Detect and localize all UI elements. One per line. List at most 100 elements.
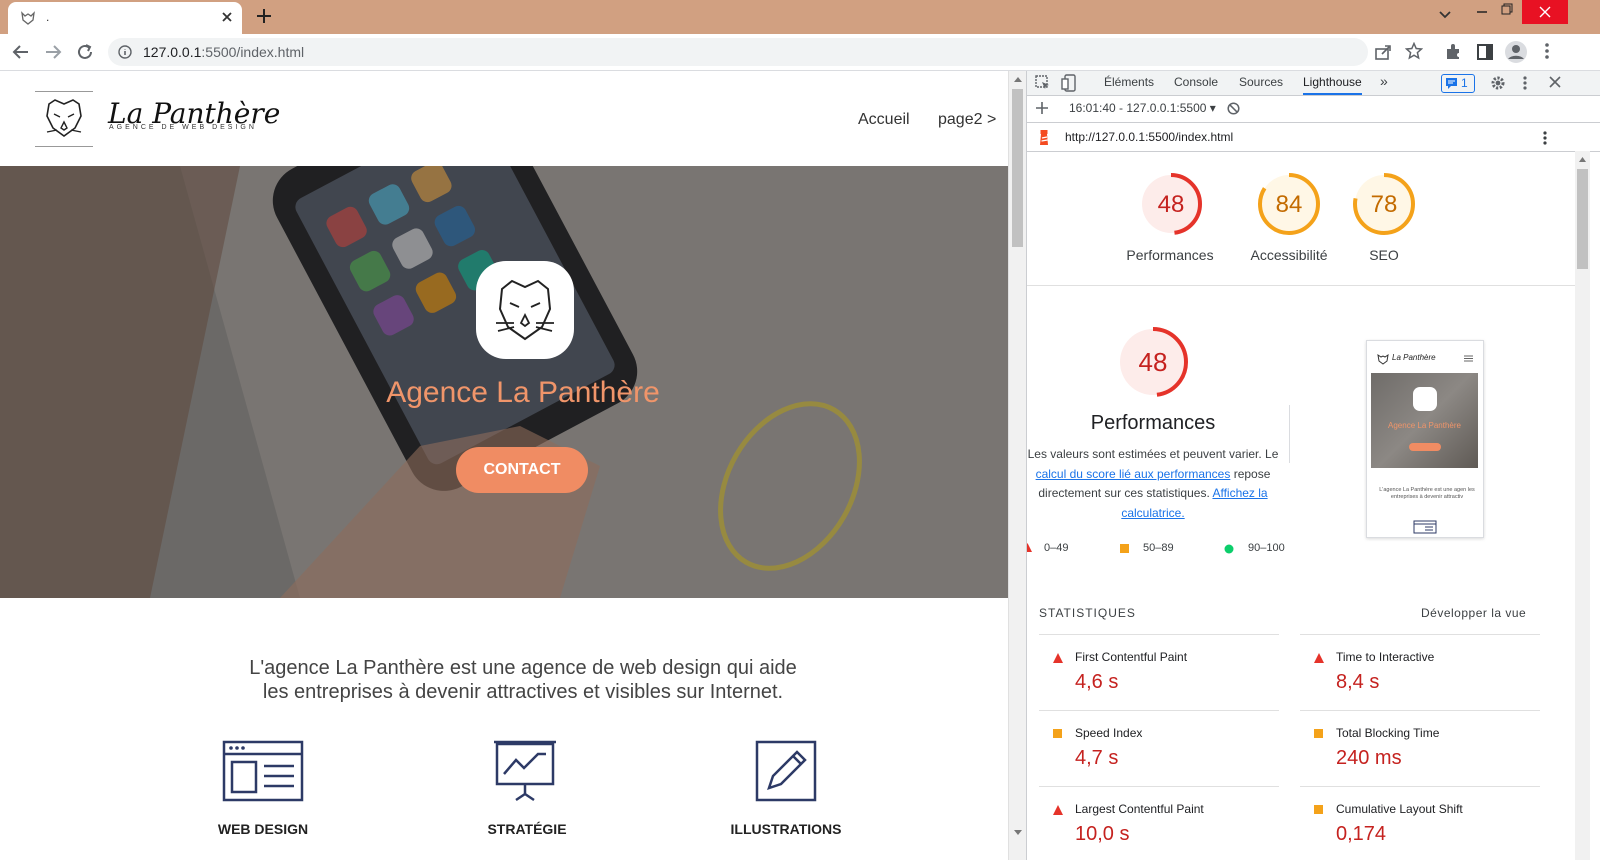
metric-first-contentful-paint[interactable]: First Contentful Paint 4,6 s [1039, 634, 1279, 711]
legend-fail-icon [1027, 543, 1032, 552]
site-logo-mark[interactable] [35, 91, 93, 147]
score-legend: 0–49 50–89 90–100 [1027, 541, 1297, 557]
divider [1027, 285, 1575, 286]
hero-banner: Agence La Panthère CONTACT [0, 166, 1008, 598]
metric-total-blocking-time[interactable]: Total Blocking Time 240 ms [1300, 710, 1540, 787]
devtools-scrollbar[interactable] [1575, 151, 1590, 860]
favicon-icon [20, 11, 36, 25]
metric-name: Total Blocking Time [1336, 726, 1440, 740]
report-url-bar: http://127.0.0.1:5500/index.html [1027, 123, 1600, 152]
side-panel-icon[interactable] [1476, 43, 1494, 61]
panther-logo-icon [46, 99, 82, 137]
settings-gear-icon[interactable] [1490, 75, 1506, 91]
gauge-ring: 84 [1258, 173, 1320, 235]
metric-average-icon [1053, 729, 1062, 738]
scroll-down-icon [1014, 830, 1022, 835]
page-scrollbar[interactable] [1008, 71, 1027, 860]
metric-name: Cumulative Layout Shift [1336, 802, 1463, 816]
thumb-logo-icon [1377, 353, 1389, 365]
reload-icon[interactable] [76, 43, 94, 61]
metric-name: Speed Index [1075, 726, 1143, 740]
clear-reports-icon[interactable] [1227, 102, 1240, 115]
gauge-score: 48 [1158, 191, 1185, 218]
gauge-label-performances: Performances [1126, 247, 1214, 263]
lighthouse-logo-icon [1037, 129, 1051, 145]
service-label-web-design: WEB DESIGN [217, 821, 309, 837]
devtools-tab-bar: Éléments Console Sources Lighthouse » 1 [1027, 71, 1600, 96]
bookmark-star-icon[interactable] [1405, 42, 1423, 60]
report-menu-icon[interactable] [1542, 130, 1548, 146]
metric-largest-contentful-paint[interactable]: Largest Contentful Paint 10,0 s [1039, 786, 1279, 860]
extensions-icon[interactable] [1444, 43, 1462, 61]
close-tab-icon[interactable] [220, 10, 234, 24]
thumb-hero: Agence La Panthère [1371, 373, 1478, 468]
nav-link-accueil[interactable]: Accueil [858, 111, 910, 129]
issues-badge[interactable]: 1 [1441, 74, 1475, 93]
devtools-scroll-thumb[interactable] [1577, 169, 1588, 269]
gauge-label-seo: SEO [1369, 247, 1399, 263]
metric-cumulative-layout-shift[interactable]: Cumulative Layout Shift 0,174 [1300, 786, 1540, 860]
new-report-icon[interactable] [1036, 102, 1048, 114]
performance-title: Performances [1090, 412, 1216, 434]
close-devtools-icon[interactable] [1549, 76, 1561, 88]
more-tabs-icon[interactable]: » [1380, 73, 1388, 89]
metric-name: Time to Interactive [1336, 650, 1435, 664]
chrome-menu-icon[interactable] [1544, 42, 1550, 60]
score-calculation-link[interactable]: calcul du score lié aux performances [1036, 467, 1231, 481]
gauge-performances[interactable]: 48 [1139, 172, 1203, 236]
back-icon[interactable] [12, 43, 30, 61]
restore-icon[interactable] [1501, 3, 1513, 15]
metric-value: 10,0 s [1075, 823, 1130, 845]
tab-search-icon[interactable] [1438, 10, 1452, 20]
devtools-menu-icon[interactable] [1522, 75, 1528, 91]
nav-link-page2[interactable]: page2 > [938, 111, 996, 129]
panther-head-icon [496, 279, 554, 341]
forward-icon[interactable] [44, 43, 62, 61]
window-close-button[interactable] [1522, 0, 1568, 24]
report-url[interactable]: http://127.0.0.1:5500/index.html [1065, 130, 1233, 144]
profile-avatar[interactable] [1504, 40, 1528, 64]
service-label-illustrations: ILLUSTRATIONS [730, 821, 842, 837]
contact-button[interactable]: CONTACT [456, 447, 588, 493]
metric-fail-icon [1314, 653, 1324, 663]
metrics-grid: First Contentful Paint 4,6 s Time to Inter… [1039, 634, 1559, 860]
gauge-seo[interactable]: 78 [1352, 172, 1416, 236]
metric-value: 4,6 s [1075, 671, 1119, 693]
device-toolbar-icon[interactable] [1061, 74, 1077, 92]
hero-logo-badge [476, 261, 574, 359]
address-bar[interactable]: 127.0.0.1:5500/index.html [108, 38, 1368, 66]
final-screenshot-thumbnail[interactable]: La Panthère Agence La Panthère L'agence … [1366, 340, 1484, 538]
site-header: La Panthère AGENCE DE WEB DESIGN Accueil… [0, 71, 1028, 166]
metric-speed-index[interactable]: Speed Index 4,7 s [1039, 710, 1279, 787]
scroll-up-icon [1014, 77, 1022, 82]
tab-console[interactable]: Console [1174, 75, 1218, 89]
site-info-icon[interactable] [118, 45, 132, 59]
web-design-icon [222, 740, 304, 802]
inspect-element-icon[interactable] [1035, 75, 1051, 91]
legend-average-icon [1120, 544, 1129, 553]
metric-average-icon [1314, 729, 1323, 738]
tab-strip: . [0, 0, 1600, 34]
share-icon[interactable] [1374, 43, 1392, 61]
gauge-accessibility[interactable]: 84 [1257, 172, 1321, 236]
page-scroll-thumb[interactable] [1012, 89, 1023, 247]
gauge-label-accessibility: Accessibilité [1250, 247, 1328, 263]
metric-time-to-interactive[interactable]: Time to Interactive 8,4 s [1300, 634, 1540, 711]
report-selector[interactable]: 16:01:40 - 127.0.0.1:5500 ▾ [1069, 101, 1216, 115]
gauge-score: 84 [1276, 191, 1303, 218]
tab-sources[interactable]: Sources [1239, 75, 1283, 89]
issues-icon [1446, 78, 1457, 89]
devtools-panel: Éléments Console Sources Lighthouse » 1 … [1026, 71, 1600, 860]
browser-tab[interactable]: . [8, 2, 242, 34]
performance-big-gauge: 48 [1117, 326, 1189, 398]
tab-elements[interactable]: Éléments [1104, 75, 1154, 89]
metric-name: Largest Contentful Paint [1075, 802, 1204, 816]
metric-value: 4,7 s [1075, 747, 1119, 769]
thumb-service-icon [1413, 520, 1437, 534]
new-tab-icon[interactable] [256, 8, 272, 24]
metric-value: 8,4 s [1336, 671, 1380, 693]
metric-fail-icon [1053, 805, 1063, 815]
expand-view-toggle[interactable]: Développer la vue [1421, 606, 1526, 620]
minimize-icon[interactable] [1476, 6, 1488, 18]
tab-lighthouse[interactable]: Lighthouse [1303, 75, 1362, 95]
